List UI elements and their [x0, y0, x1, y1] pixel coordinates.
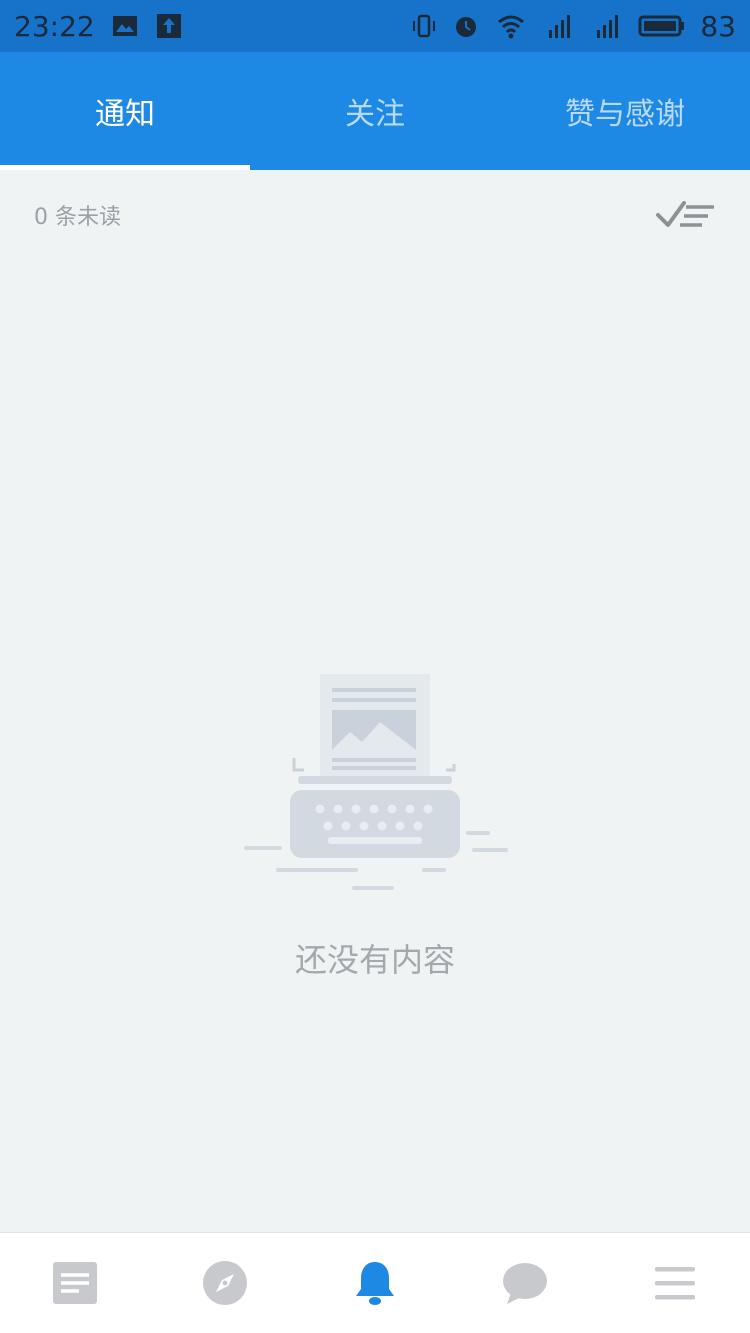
nav-discover[interactable] [150, 1233, 300, 1333]
tab-label: 通知 [95, 97, 155, 132]
upload-icon [156, 14, 181, 38]
compass-icon [203, 1261, 247, 1305]
status-bar: 23:22 83 [0, 0, 750, 52]
battery-level: 83 [700, 9, 736, 43]
nav-notifications[interactable] [300, 1233, 450, 1333]
feed-icon [53, 1262, 97, 1304]
status-time: 23:22 [14, 9, 95, 43]
vibrate-icon [413, 14, 436, 38]
tab-notifications[interactable]: 通知 [0, 52, 250, 170]
nav-feed[interactable] [0, 1233, 150, 1333]
tab-bar: 通知 关注 赞与感谢 [0, 52, 750, 170]
bottom-nav [0, 1232, 750, 1333]
tab-likes-thanks[interactable]: 赞与感谢 [500, 52, 750, 170]
nav-more[interactable] [600, 1233, 750, 1333]
signal-4g-icon [549, 15, 571, 38]
signal-icon [597, 15, 619, 38]
unread-count: 0 条未读 [34, 205, 121, 230]
mark-all-read-icon[interactable] [656, 195, 716, 235]
tab-label: 赞与感谢 [565, 97, 685, 132]
tab-following[interactable]: 关注 [250, 52, 500, 170]
nav-messages[interactable] [450, 1233, 600, 1333]
unread-row: 0 条未读 [0, 170, 750, 260]
wifi-icon [498, 15, 525, 39]
typewriter-illustration-icon [244, 674, 508, 890]
empty-state-text: 还没有内容 [294, 941, 455, 979]
menu-icon [655, 1267, 695, 1300]
bell-icon [356, 1262, 394, 1305]
tab-label: 关注 [345, 97, 405, 132]
battery-icon [638, 15, 685, 37]
image-icon [112, 16, 137, 36]
alarm-icon [456, 17, 477, 37]
chat-bubble-icon [503, 1263, 547, 1304]
